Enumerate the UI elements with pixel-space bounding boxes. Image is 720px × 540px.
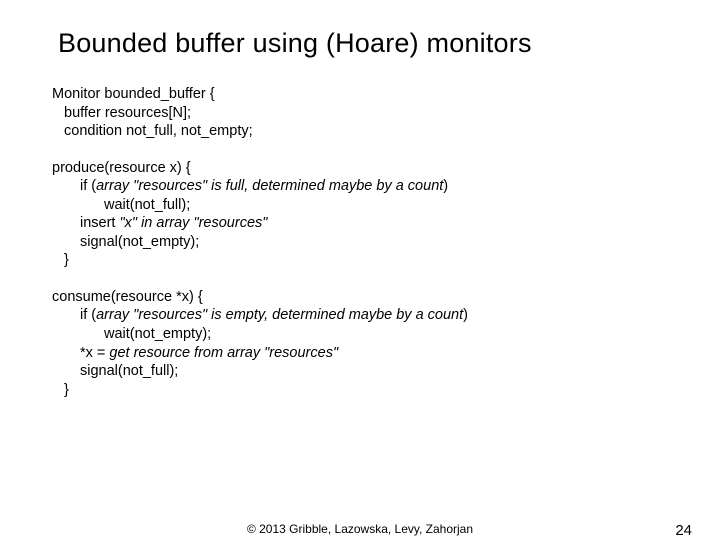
code-line: produce(resource x) {	[52, 159, 668, 178]
text: if (	[80, 307, 96, 323]
italic-text: get resource from array "resources"	[109, 345, 338, 361]
text: insert	[80, 215, 115, 231]
text: if (	[80, 178, 96, 194]
code-line: }	[52, 381, 668, 400]
code-line: buffer resources[N];	[52, 104, 668, 123]
code-line: wait(not_empty);	[52, 325, 668, 344]
text: )	[443, 178, 448, 194]
copyright-text: © 2013 Gribble, Lazowska, Levy, Zahorjan	[247, 522, 473, 536]
italic-text: "x" in array "resources"	[115, 215, 267, 231]
italic-text: array "resources" is full, determined ma…	[96, 178, 443, 194]
page-number: 24	[675, 522, 692, 539]
code-line: consume(resource *x) {	[52, 288, 668, 307]
code-line: Monitor bounded_buffer {	[52, 85, 668, 104]
text: )	[463, 307, 468, 323]
slide: Bounded buffer using (Hoare) monitors Mo…	[0, 0, 720, 540]
blank-line	[52, 141, 668, 159]
code-line: wait(not_full);	[52, 196, 668, 215]
code-line: if (array "resources" is empty, determin…	[52, 306, 668, 325]
code-line: insert "x" in array "resources"	[52, 214, 668, 233]
code-line: signal(not_full);	[52, 362, 668, 381]
code-line: if (array "resources" is full, determine…	[52, 177, 668, 196]
code-line: }	[52, 251, 668, 270]
code-line: signal(not_empty);	[52, 233, 668, 252]
code-line: condition not_full, not_empty;	[52, 122, 668, 141]
code-line: *x = get resource from array "resources"	[52, 344, 668, 363]
slide-title: Bounded buffer using (Hoare) monitors	[58, 28, 668, 59]
text: *x =	[80, 345, 109, 361]
blank-line	[52, 270, 668, 288]
code-block: Monitor bounded_buffer { buffer resource…	[52, 85, 668, 399]
italic-text: array "resources" is empty, determined m…	[96, 307, 463, 323]
